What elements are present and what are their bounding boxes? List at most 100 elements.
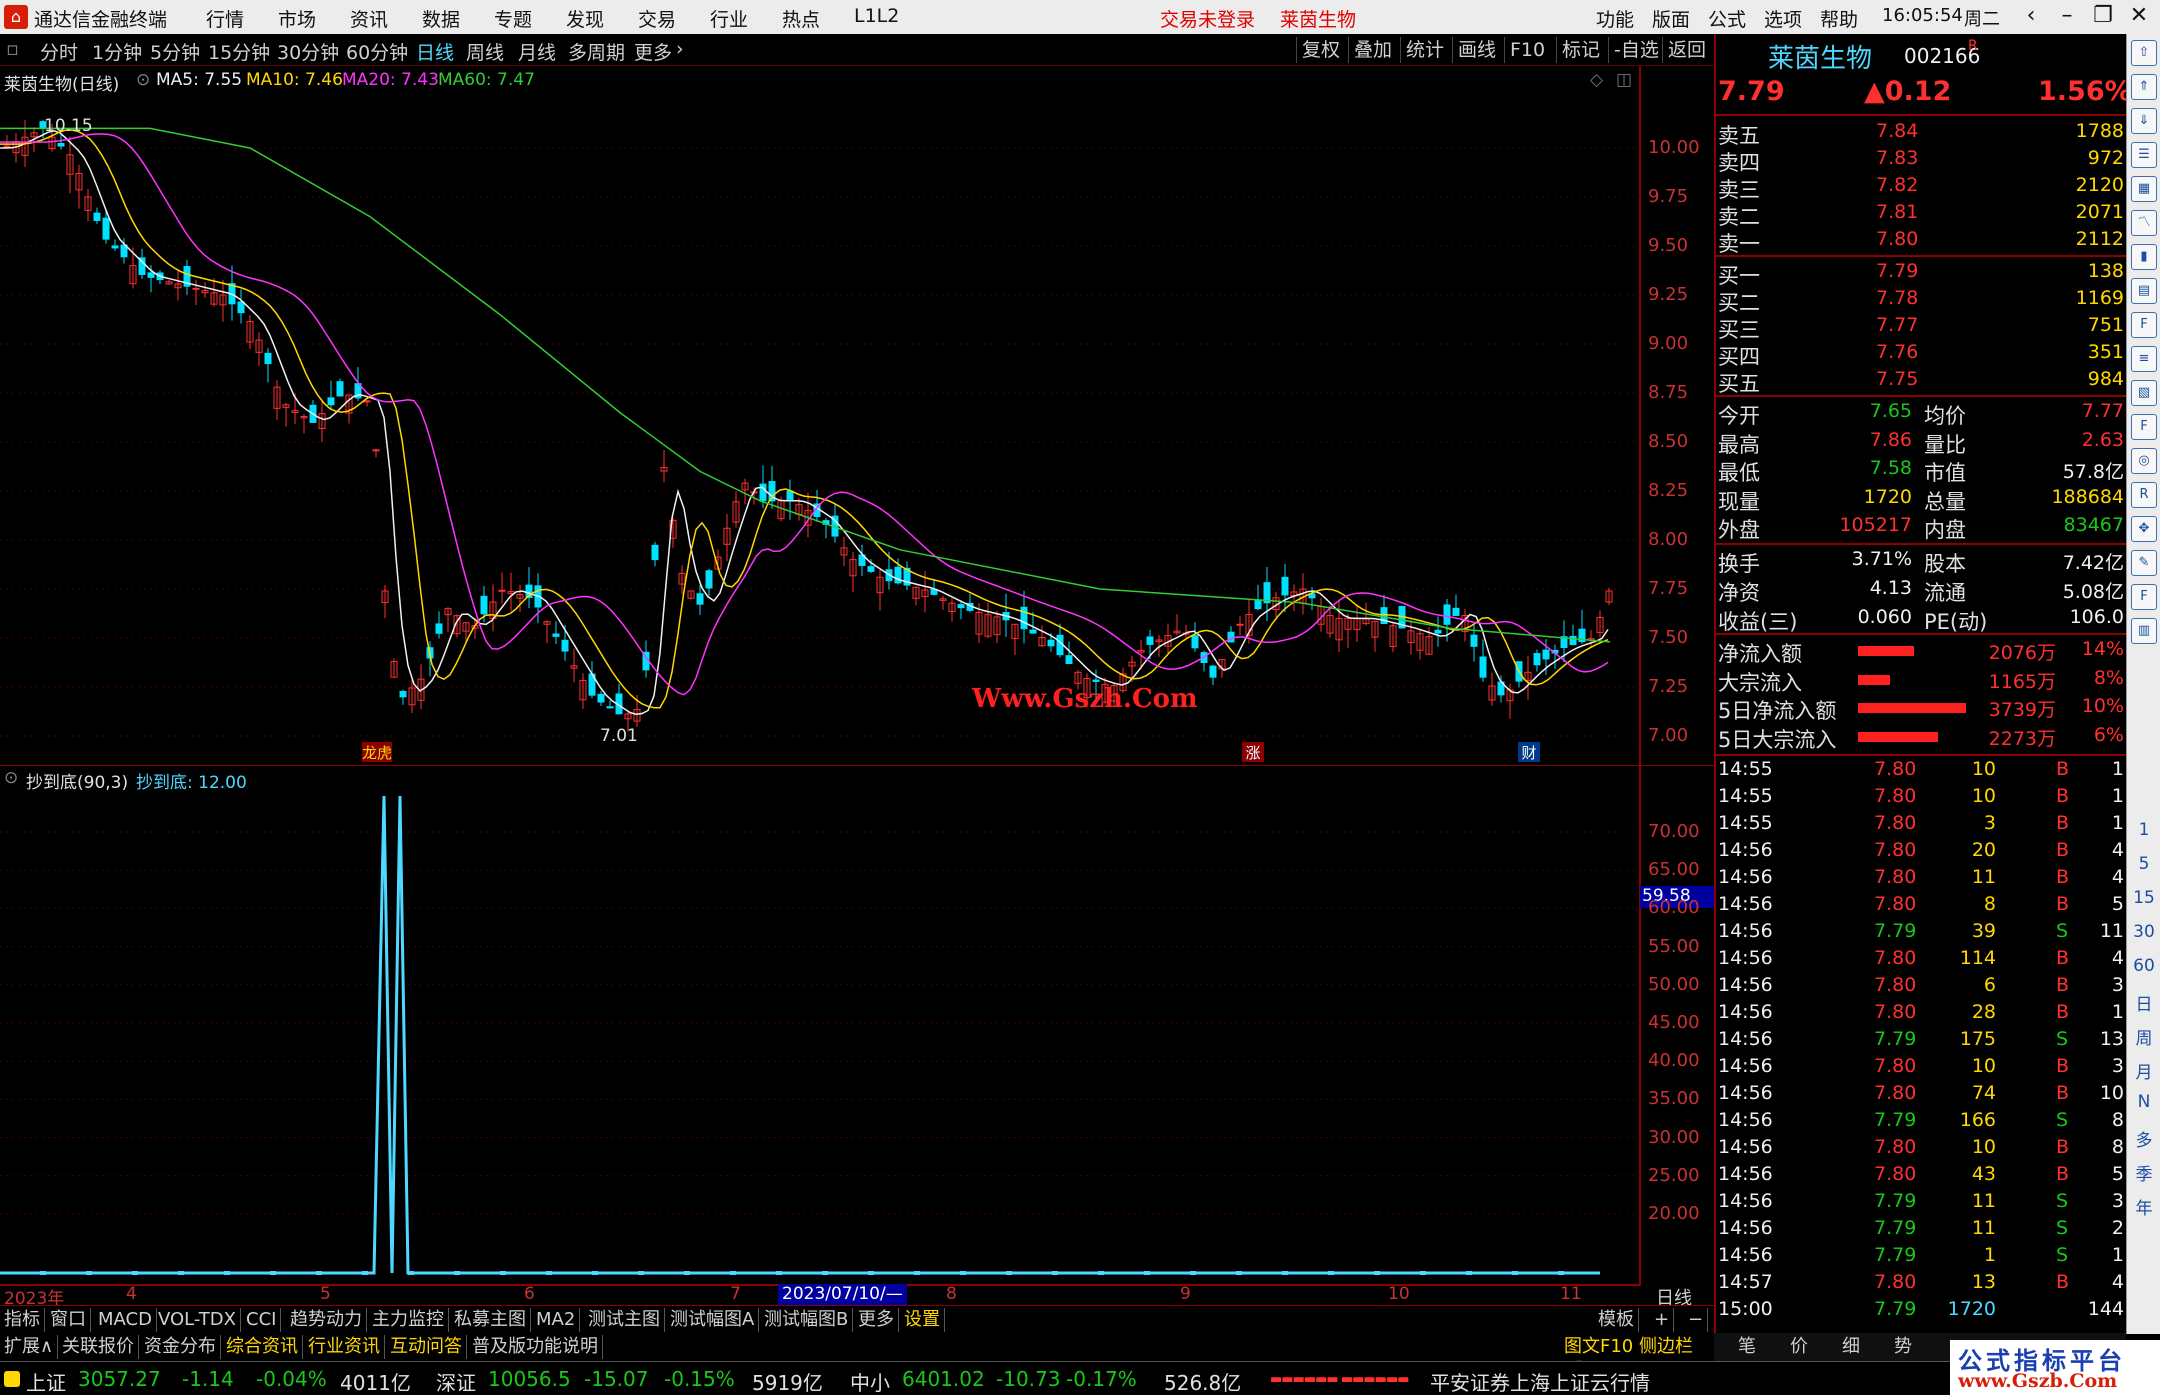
menu-gongneng[interactable]: 功能 — [1596, 5, 1634, 32]
period-shortcut[interactable]: 年 — [2131, 1194, 2157, 1219]
sidebar-toggle[interactable]: 图文F10 侧边栏《 — [1560, 1335, 1714, 1381]
trend-icon[interactable]: 〽 — [2131, 210, 2157, 236]
period-weekly[interactable]: 周线 — [466, 38, 504, 65]
period-monthly[interactable]: 月线 — [518, 38, 556, 65]
menu-faxian[interactable]: 发现 — [566, 5, 604, 32]
menu-redian[interactable]: 热点 — [782, 5, 820, 32]
book-icon[interactable]: ▧ — [2131, 380, 2157, 406]
bid-price[interactable]: 7.76 — [1876, 341, 1918, 363]
menu-shichang[interactable]: 市场 — [278, 5, 316, 32]
remove-tab-button[interactable]: − — [1684, 1308, 1709, 1332]
news-ticker[interactable]: 平安证券上海上证云行情 — [1430, 1367, 1650, 1395]
ask-price[interactable]: 7.81 — [1876, 201, 1918, 223]
zixuan-button[interactable]: -自选 — [1608, 37, 1664, 63]
fs-icon[interactable]: F — [2131, 584, 2157, 610]
indicator-tab[interactable]: VOL-TDX — [154, 1308, 241, 1332]
indicator-tab[interactable]: 设置 — [900, 1308, 945, 1332]
kline-chart[interactable] — [0, 66, 1714, 766]
menu-zhuanti[interactable]: 专题 — [494, 5, 532, 32]
down-icon[interactable]: ⇓ — [2131, 108, 2157, 134]
period-shortcut[interactable]: 周 — [2131, 1024, 2157, 1049]
period-shortcut[interactable]: 30 — [2131, 922, 2157, 942]
period-shortcut[interactable]: 5 — [2131, 854, 2157, 874]
menu-bangzhu[interactable]: 帮助 — [1820, 5, 1858, 32]
menu-zixun[interactable]: 资讯 — [350, 5, 388, 32]
detail-tab[interactable]: 细 — [1838, 1335, 1864, 1359]
ask-price[interactable]: 7.80 — [1876, 228, 1918, 250]
period-15min[interactable]: 15分钟 — [208, 38, 270, 65]
extension-tab[interactable]: 综合资讯 — [222, 1335, 303, 1359]
menu-hangqing[interactable]: 行情 — [206, 5, 244, 32]
extension-tab[interactable]: 行业资讯 — [304, 1335, 385, 1359]
stack-icon[interactable]: ≡ — [2131, 346, 2157, 372]
huaxian-button[interactable]: 画线 — [1452, 37, 1501, 63]
period-shortcut[interactable]: 季 — [2131, 1160, 2157, 1185]
fx-icon[interactable]: F — [2131, 414, 2157, 440]
circle-icon[interactable]: ◎ — [2131, 448, 2157, 474]
cross-icon[interactable]: ✥ — [2131, 516, 2157, 542]
indicator-tab[interactable]: 测试幅图A — [666, 1308, 760, 1332]
period-more[interactable]: 更多 — [634, 38, 672, 65]
diejia-button[interactable]: 叠加 — [1348, 37, 1397, 63]
indicator-tab[interactable]: MA2 — [532, 1308, 581, 1332]
template-button[interactable]: 模板 — [1594, 1308, 1639, 1332]
list-icon[interactable]: ☰ — [2131, 142, 2157, 168]
indicator-tab[interactable]: 测试主图 — [584, 1308, 665, 1332]
login-warning[interactable]: 交易未登录 — [1160, 5, 1255, 32]
add-tab-button[interactable]: + — [1650, 1308, 1675, 1332]
detail-tab[interactable]: 势 — [1890, 1335, 1916, 1359]
period-shortcut[interactable]: 60 — [2131, 956, 2157, 976]
bid-price[interactable]: 7.77 — [1876, 314, 1918, 336]
indicator-tab[interactable]: 主力监控 — [368, 1308, 449, 1332]
period-shortcut[interactable]: 多 — [2131, 1126, 2157, 1151]
menu-banmian[interactable]: 版面 — [1652, 5, 1690, 32]
menu-l1l2[interactable]: L1L2 — [854, 5, 899, 27]
extension-tab[interactable]: 互动问答 — [386, 1335, 467, 1359]
indicator-tab[interactable]: 测试幅图B — [760, 1308, 854, 1332]
period-shortcut[interactable]: 月 — [2131, 1058, 2157, 1083]
period-shortcut[interactable]: 1 — [2131, 820, 2157, 840]
indicator-tab[interactable]: 更多 — [854, 1308, 899, 1332]
bid-price[interactable]: 7.75 — [1876, 368, 1918, 390]
chevron-right-icon[interactable]: › — [676, 38, 684, 60]
sh-label[interactable]: 上证 — [26, 1367, 66, 1395]
indicator-tab[interactable]: CCI — [242, 1308, 282, 1332]
indicator-tab[interactable]: 指标 — [0, 1308, 45, 1332]
extension-tab[interactable]: 扩展∧ — [0, 1335, 59, 1359]
period-fenshi[interactable]: 分时 — [40, 38, 78, 65]
extension-tab[interactable]: 普及版功能说明 — [468, 1335, 603, 1359]
f10-button[interactable]: F10 — [1504, 37, 1550, 63]
f10-icon[interactable]: F — [2131, 312, 2157, 338]
indicator-chart[interactable] — [0, 766, 1714, 1286]
close-icon[interactable]: ✕ — [2124, 3, 2154, 31]
bid-price[interactable]: 7.78 — [1876, 287, 1918, 309]
period-shortcut[interactable]: N — [2131, 1092, 2157, 1112]
sz-label[interactable]: 深证 — [436, 1367, 476, 1395]
indicator-tab[interactable]: 窗口 — [46, 1308, 91, 1332]
menu-shuju[interactable]: 数据 — [422, 5, 460, 32]
rsi-icon[interactable]: R — [2131, 482, 2157, 508]
menu-jiaoyi[interactable]: 交易 — [638, 5, 676, 32]
menu-gongshi[interactable]: 公式 — [1708, 5, 1746, 32]
zhang-marker[interactable]: 涨 — [1242, 742, 1264, 762]
back-button[interactable]: 返回 — [1662, 37, 1711, 63]
detail-tab[interactable]: 价 — [1786, 1335, 1812, 1359]
menu-xuanxiang[interactable]: 选项 — [1764, 5, 1802, 32]
ask-price[interactable]: 7.82 — [1876, 174, 1918, 196]
indicator-tab[interactable]: 私募主图 — [450, 1308, 531, 1332]
bid-price[interactable]: 7.79 — [1876, 260, 1918, 282]
fuquan-button[interactable]: 复权 — [1296, 37, 1345, 63]
detail-tab[interactable]: 笔 — [1734, 1335, 1760, 1359]
period-daily[interactable]: 日线 — [416, 38, 454, 65]
longhu-marker[interactable]: 龙虎 — [362, 742, 392, 762]
up-icon[interactable]: ⇑ — [2131, 74, 2157, 100]
menu-hangye[interactable]: 行业 — [710, 5, 748, 32]
period-5min[interactable]: 5分钟 — [150, 38, 200, 65]
doc-icon[interactable]: ▤ — [2131, 278, 2157, 304]
extension-tab[interactable]: 资金分布 — [140, 1335, 221, 1359]
indicator-tab[interactable]: MACD — [94, 1308, 157, 1332]
zx-label[interactable]: 中小 — [850, 1367, 890, 1395]
minimize-icon[interactable]: – — [2052, 3, 2082, 31]
kline-icon[interactable]: ▮ — [2131, 244, 2157, 270]
pen-icon[interactable]: ✎ — [2131, 550, 2157, 576]
